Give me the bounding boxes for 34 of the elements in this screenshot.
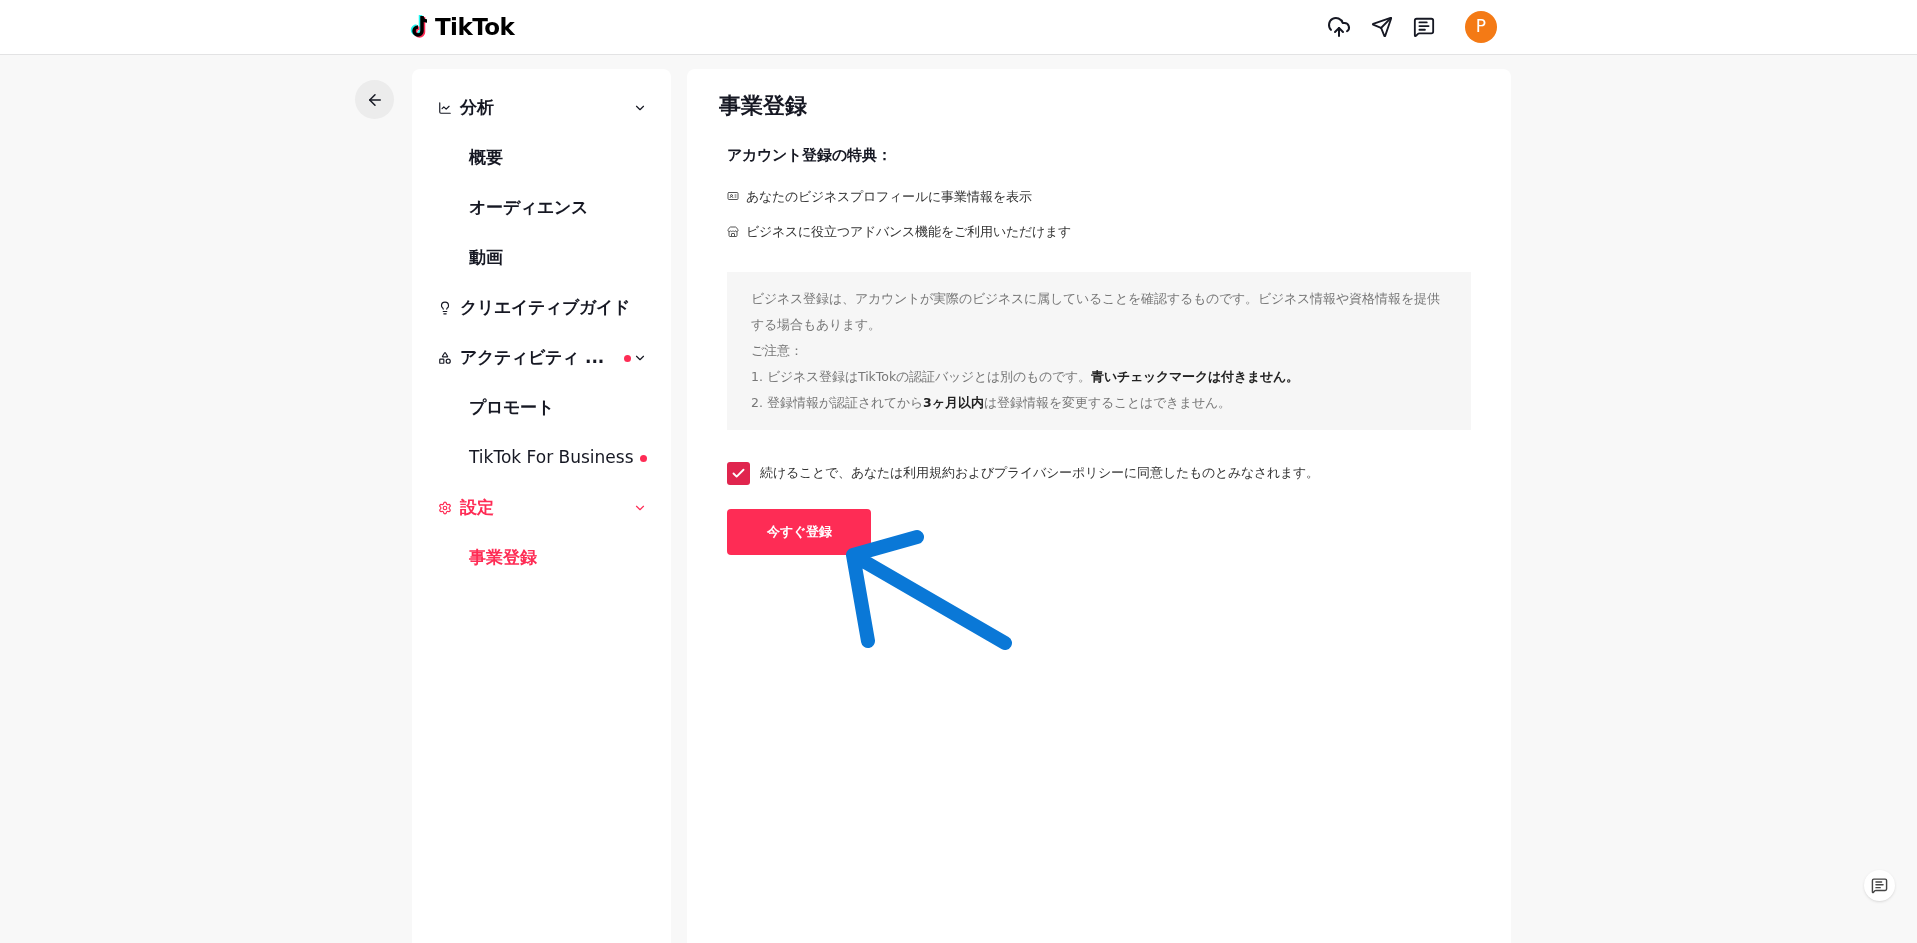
- benefits-title: アカウント登録の特典：: [727, 145, 893, 166]
- logo-text: TikTok: [435, 12, 515, 42]
- sidebar-subitem[interactable]: オーディエンス: [412, 183, 671, 233]
- sidebar-item[interactable]: アクティビティ ...: [412, 333, 671, 383]
- store-icon: [727, 225, 739, 238]
- notice-text: ご注意：: [751, 341, 804, 360]
- notice-text: 2. 登録情報が認証されてから3ヶ月以内は登録情報を変更することはできません。: [751, 393, 1232, 412]
- bulb-icon: [438, 301, 452, 315]
- benefit-text: あなたのビジネスプロフィールに事業情報を表示: [746, 187, 1032, 206]
- sidebar-subitem[interactable]: 事業登録: [412, 533, 671, 583]
- notice-text: 1. ビジネス登録はTikTokの認証バッジとは別のものです。青いチェックマークは付きません。: [751, 367, 1301, 386]
- message-icon[interactable]: [1413, 16, 1435, 38]
- benefit-text: ビジネスに役立つアドバンス機能をご利用いただけます: [746, 223, 1071, 241]
- id-card-icon: [727, 190, 739, 203]
- register-button[interactable]: 今すぐ登録: [727, 508, 871, 555]
- sidebar-item[interactable]: クリエイティブガイド: [412, 283, 671, 333]
- sidebar-subitem[interactable]: 概要: [412, 133, 671, 183]
- notice-text: ビジネス登録は、アカウントが実際のビジネスに属していることを確認するものです。ビジネス情報や資格情報を提供する場合もあります。: [751, 289, 1441, 334]
- sidebar-subitem[interactable]: TikTok For Business: [412, 433, 671, 483]
- agree-checkbox[interactable]: [727, 461, 750, 485]
- sidebar-item[interactable]: 分析: [412, 83, 671, 133]
- message-icon: [1871, 877, 1888, 894]
- upload-icon[interactable]: [1327, 15, 1351, 39]
- back-button[interactable]: [355, 80, 394, 119]
- gear-icon: [438, 501, 452, 515]
- feedback-button[interactable]: [1864, 870, 1895, 901]
- grid-icon: [438, 351, 452, 365]
- agreement-text: 続けることで、あなたは利用規約およびプライバシーポリシーに同意したものとみなされます。: [760, 464, 1319, 483]
- page-title: 事業登録: [719, 92, 808, 120]
- sidebar-item[interactable]: 設定: [412, 483, 671, 533]
- sidebar-subitem[interactable]: 動画: [412, 233, 671, 283]
- chart-icon: [438, 101, 452, 115]
- paper-plane-icon[interactable]: [1371, 16, 1393, 38]
- sidebar-subitem[interactable]: プロモート: [412, 383, 671, 433]
